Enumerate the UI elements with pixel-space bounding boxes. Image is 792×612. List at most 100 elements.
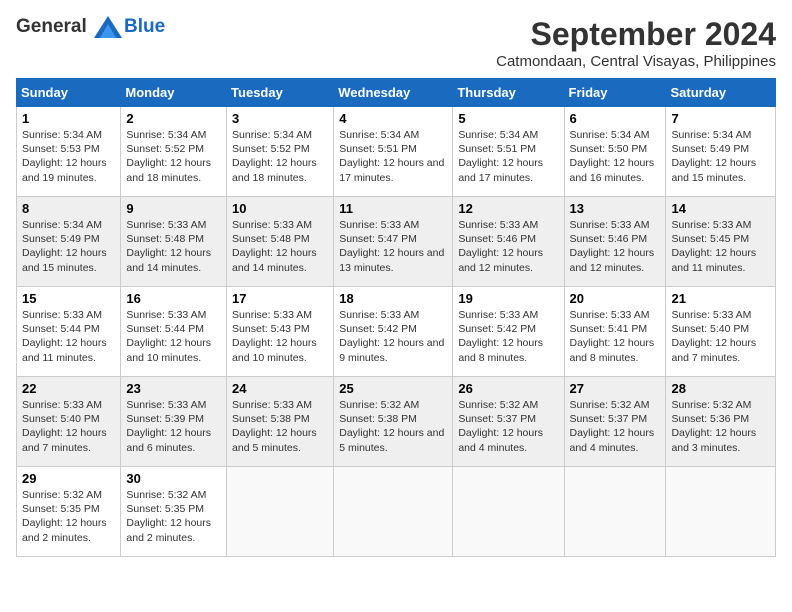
day-number: 23 <box>126 381 221 396</box>
day-number: 5 <box>458 111 558 126</box>
calendar-cell: 26 Sunrise: 5:32 AMSunset: 5:37 PMDaylig… <box>453 377 564 467</box>
calendar-week-row: 8 Sunrise: 5:34 AMSunset: 5:49 PMDayligh… <box>17 197 776 287</box>
logo-icon <box>94 16 122 38</box>
day-number: 29 <box>22 471 115 486</box>
col-wednesday: Wednesday <box>334 79 453 107</box>
calendar-cell: 11 Sunrise: 5:33 AMSunset: 5:47 PMDaylig… <box>334 197 453 287</box>
day-info: Sunrise: 5:33 AMSunset: 5:38 PMDaylight:… <box>232 398 328 455</box>
logo: General Blue <box>16 16 165 38</box>
day-number: 2 <box>126 111 221 126</box>
day-info: Sunrise: 5:33 AMSunset: 5:41 PMDaylight:… <box>570 308 661 365</box>
calendar-header-row: Sunday Monday Tuesday Wednesday Thursday… <box>17 79 776 107</box>
day-info: Sunrise: 5:33 AMSunset: 5:46 PMDaylight:… <box>458 218 558 275</box>
day-info: Sunrise: 5:32 AMSunset: 5:37 PMDaylight:… <box>458 398 558 455</box>
day-info: Sunrise: 5:33 AMSunset: 5:48 PMDaylight:… <box>126 218 221 275</box>
day-info: Sunrise: 5:34 AMSunset: 5:49 PMDaylight:… <box>671 128 770 185</box>
calendar-cell: 1 Sunrise: 5:34 AMSunset: 5:53 PMDayligh… <box>17 107 121 197</box>
day-info: Sunrise: 5:34 AMSunset: 5:53 PMDaylight:… <box>22 128 115 185</box>
col-sunday: Sunday <box>17 79 121 107</box>
day-info: Sunrise: 5:32 AMSunset: 5:38 PMDaylight:… <box>339 398 447 455</box>
calendar-cell: 7 Sunrise: 5:34 AMSunset: 5:49 PMDayligh… <box>666 107 776 197</box>
day-info: Sunrise: 5:32 AMSunset: 5:35 PMDaylight:… <box>126 488 221 545</box>
calendar-cell: 27 Sunrise: 5:32 AMSunset: 5:37 PMDaylig… <box>564 377 666 467</box>
col-thursday: Thursday <box>453 79 564 107</box>
day-number: 19 <box>458 291 558 306</box>
day-info: Sunrise: 5:33 AMSunset: 5:42 PMDaylight:… <box>458 308 558 365</box>
day-info: Sunrise: 5:32 AMSunset: 5:37 PMDaylight:… <box>570 398 661 455</box>
day-info: Sunrise: 5:33 AMSunset: 5:42 PMDaylight:… <box>339 308 447 365</box>
day-number: 10 <box>232 201 328 216</box>
day-info: Sunrise: 5:33 AMSunset: 5:40 PMDaylight:… <box>671 308 770 365</box>
day-info: Sunrise: 5:33 AMSunset: 5:47 PMDaylight:… <box>339 218 447 275</box>
day-number: 11 <box>339 201 447 216</box>
calendar-cell: 20 Sunrise: 5:33 AMSunset: 5:41 PMDaylig… <box>564 287 666 377</box>
day-info: Sunrise: 5:32 AMSunset: 5:36 PMDaylight:… <box>671 398 770 455</box>
location-title: Catmondaan, Central Visayas, Philippines <box>496 53 776 70</box>
calendar-cell: 21 Sunrise: 5:33 AMSunset: 5:40 PMDaylig… <box>666 287 776 377</box>
day-number: 8 <box>22 201 115 216</box>
calendar-week-row: 15 Sunrise: 5:33 AMSunset: 5:44 PMDaylig… <box>17 287 776 377</box>
calendar-cell <box>666 467 776 557</box>
calendar-cell: 3 Sunrise: 5:34 AMSunset: 5:52 PMDayligh… <box>227 107 334 197</box>
calendar-cell: 30 Sunrise: 5:32 AMSunset: 5:35 PMDaylig… <box>121 467 227 557</box>
day-info: Sunrise: 5:33 AMSunset: 5:45 PMDaylight:… <box>671 218 770 275</box>
calendar-cell: 14 Sunrise: 5:33 AMSunset: 5:45 PMDaylig… <box>666 197 776 287</box>
calendar-cell: 23 Sunrise: 5:33 AMSunset: 5:39 PMDaylig… <box>121 377 227 467</box>
day-number: 16 <box>126 291 221 306</box>
day-number: 1 <box>22 111 115 126</box>
calendar-cell: 4 Sunrise: 5:34 AMSunset: 5:51 PMDayligh… <box>334 107 453 197</box>
title-area: September 2024 Catmondaan, Central Visay… <box>496 16 776 70</box>
day-info: Sunrise: 5:34 AMSunset: 5:52 PMDaylight:… <box>232 128 328 185</box>
calendar-cell: 10 Sunrise: 5:33 AMSunset: 5:48 PMDaylig… <box>227 197 334 287</box>
calendar-cell: 18 Sunrise: 5:33 AMSunset: 5:42 PMDaylig… <box>334 287 453 377</box>
calendar-cell: 8 Sunrise: 5:34 AMSunset: 5:49 PMDayligh… <box>17 197 121 287</box>
calendar-cell: 28 Sunrise: 5:32 AMSunset: 5:36 PMDaylig… <box>666 377 776 467</box>
day-number: 30 <box>126 471 221 486</box>
day-number: 3 <box>232 111 328 126</box>
day-number: 20 <box>570 291 661 306</box>
day-number: 17 <box>232 291 328 306</box>
day-info: Sunrise: 5:34 AMSunset: 5:51 PMDaylight:… <box>339 128 447 185</box>
day-number: 14 <box>671 201 770 216</box>
calendar-week-row: 1 Sunrise: 5:34 AMSunset: 5:53 PMDayligh… <box>17 107 776 197</box>
day-info: Sunrise: 5:33 AMSunset: 5:40 PMDaylight:… <box>22 398 115 455</box>
day-number: 27 <box>570 381 661 396</box>
day-number: 6 <box>570 111 661 126</box>
calendar-cell: 29 Sunrise: 5:32 AMSunset: 5:35 PMDaylig… <box>17 467 121 557</box>
day-number: 21 <box>671 291 770 306</box>
calendar-cell: 16 Sunrise: 5:33 AMSunset: 5:44 PMDaylig… <box>121 287 227 377</box>
col-saturday: Saturday <box>666 79 776 107</box>
calendar-cell: 9 Sunrise: 5:33 AMSunset: 5:48 PMDayligh… <box>121 197 227 287</box>
calendar-cell: 24 Sunrise: 5:33 AMSunset: 5:38 PMDaylig… <box>227 377 334 467</box>
day-info: Sunrise: 5:33 AMSunset: 5:44 PMDaylight:… <box>22 308 115 365</box>
day-number: 22 <box>22 381 115 396</box>
calendar-cell: 5 Sunrise: 5:34 AMSunset: 5:51 PMDayligh… <box>453 107 564 197</box>
calendar-table: Sunday Monday Tuesday Wednesday Thursday… <box>16 78 776 557</box>
col-friday: Friday <box>564 79 666 107</box>
day-info: Sunrise: 5:34 AMSunset: 5:49 PMDaylight:… <box>22 218 115 275</box>
day-number: 18 <box>339 291 447 306</box>
day-info: Sunrise: 5:34 AMSunset: 5:52 PMDaylight:… <box>126 128 221 185</box>
day-info: Sunrise: 5:33 AMSunset: 5:43 PMDaylight:… <box>232 308 328 365</box>
col-monday: Monday <box>121 79 227 107</box>
day-number: 9 <box>126 201 221 216</box>
calendar-cell <box>227 467 334 557</box>
calendar-cell: 6 Sunrise: 5:34 AMSunset: 5:50 PMDayligh… <box>564 107 666 197</box>
day-number: 7 <box>671 111 770 126</box>
day-number: 26 <box>458 381 558 396</box>
day-info: Sunrise: 5:33 AMSunset: 5:46 PMDaylight:… <box>570 218 661 275</box>
calendar-cell <box>334 467 453 557</box>
day-info: Sunrise: 5:33 AMSunset: 5:44 PMDaylight:… <box>126 308 221 365</box>
calendar-cell <box>564 467 666 557</box>
day-number: 4 <box>339 111 447 126</box>
calendar-cell: 25 Sunrise: 5:32 AMSunset: 5:38 PMDaylig… <box>334 377 453 467</box>
calendar-week-row: 22 Sunrise: 5:33 AMSunset: 5:40 PMDaylig… <box>17 377 776 467</box>
calendar-week-row: 29 Sunrise: 5:32 AMSunset: 5:35 PMDaylig… <box>17 467 776 557</box>
day-info: Sunrise: 5:32 AMSunset: 5:35 PMDaylight:… <box>22 488 115 545</box>
calendar-cell <box>453 467 564 557</box>
calendar-cell: 13 Sunrise: 5:33 AMSunset: 5:46 PMDaylig… <box>564 197 666 287</box>
calendar-cell: 2 Sunrise: 5:34 AMSunset: 5:52 PMDayligh… <box>121 107 227 197</box>
day-number: 24 <box>232 381 328 396</box>
day-info: Sunrise: 5:34 AMSunset: 5:51 PMDaylight:… <box>458 128 558 185</box>
month-title: September 2024 <box>496 16 776 53</box>
